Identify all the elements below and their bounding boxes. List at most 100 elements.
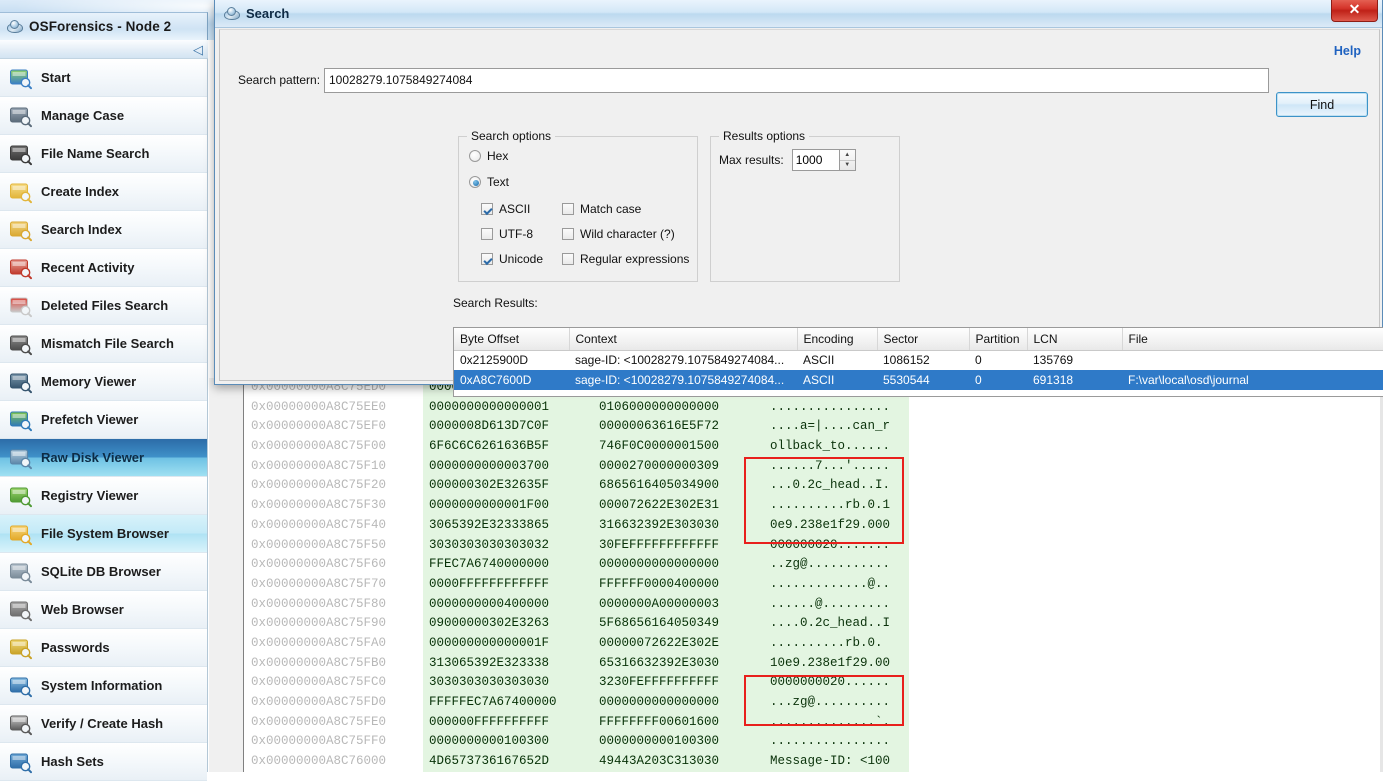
column-header[interactable]: Partition — [969, 328, 1027, 350]
cell-byte-offset: 0x2125900D — [454, 350, 569, 370]
table-row[interactable]: 0x2125900Dsage-ID: <10028279.10758492740… — [454, 350, 1383, 370]
search-pattern-row: Search pattern: — [238, 66, 1368, 94]
sidebar-item-deleted-files-search[interactable]: Deleted Files Search — [0, 287, 207, 325]
hex-row: 0x00000000A8C75F800000000000400000000000… — [245, 595, 1383, 615]
hex-row: 0x00000000A8C75F60FFEC7A6740000000000000… — [245, 555, 1383, 575]
find-button[interactable]: Find — [1276, 92, 1368, 117]
stepper-up-icon[interactable]: ▲ — [840, 150, 855, 161]
checkbox-ascii[interactable]: ASCII — [481, 202, 530, 216]
radio-hex-dot[interactable] — [469, 150, 481, 162]
column-header[interactable]: Context — [569, 328, 797, 350]
sidebar-item-hash-sets[interactable]: Hash Sets — [0, 743, 207, 781]
sidebar-item-manage-case[interactable]: Manage Case — [0, 97, 207, 135]
checkbox-regular-expressions-box[interactable] — [562, 253, 574, 265]
sidebar-item-label: Manage Case — [41, 108, 124, 123]
checkbox-match-case[interactable]: Match case — [562, 202, 641, 216]
radio-hex-label: Hex — [487, 149, 508, 163]
chevron-left-icon[interactable]: ◁ — [191, 42, 205, 57]
raw-disk-icon — [8, 446, 32, 470]
sidebar-item-recent-activity[interactable]: Recent Activity — [0, 249, 207, 287]
checkbox-unicode[interactable]: Unicode — [481, 252, 543, 266]
checkbox-wild-character[interactable]: Wild character (?) — [562, 227, 675, 241]
sidebar-item-prefetch-viewer[interactable]: Prefetch Viewer — [0, 401, 207, 439]
hex-addr-cell: 0x00000000A8C75FF0 — [245, 732, 423, 752]
hex-h1-cell: 0000008D613D7C0F — [423, 417, 593, 437]
results-options-group: Results options Max results: ▲ ▼ — [710, 136, 900, 282]
hex-h1-cell: 0000000000400000 — [423, 595, 593, 615]
hex-h2-cell: 0000270000000309 — [593, 457, 765, 477]
radio-text-dot[interactable] — [469, 176, 481, 188]
key-lock-icon — [8, 636, 32, 660]
checkbox-unicode-box[interactable] — [481, 253, 493, 265]
hex-row: 0x00000000A8C75F9009000000302E32635F6865… — [245, 614, 1383, 634]
hex-asc-cell: ollback_to...... — [765, 437, 909, 457]
hex-asc-cell: ................ — [765, 398, 909, 418]
table-row[interactable]: 0xA8C7600Dsage-ID: <10028279.10758492740… — [454, 370, 1383, 390]
search-window-icon — [223, 6, 240, 21]
sidebar-collapse-bar[interactable]: ◁ — [0, 40, 208, 59]
hex-addr-cell: 0x00000000A8C76000 — [245, 752, 423, 772]
search-results-table-wrap[interactable]: Byte OffsetContextEncodingSectorPartitio… — [453, 327, 1383, 397]
binoculars-icon — [8, 142, 32, 166]
max-results-input[interactable] — [792, 149, 840, 171]
sidebar-item-sqlite-db-browser[interactable]: SQLite DB Browser — [0, 553, 207, 591]
hex-row: 0x00000000A8C75F300000000000001F00000072… — [245, 496, 1383, 516]
hex-addr-cell: 0x00000000A8C75F50 — [245, 536, 423, 556]
hex-h2-cell: 00000072622E302E — [593, 634, 765, 654]
cell-sector: 1086152 — [877, 350, 969, 370]
radio-hex[interactable]: Hex — [469, 149, 508, 163]
close-button[interactable]: ✕ — [1331, 0, 1378, 22]
sidebar-item-mismatch-file-search[interactable]: Mismatch File Search — [0, 325, 207, 363]
raw-disk-hex-viewer[interactable]: 0x00000000A8C75ED00000000C88255581CD5C2F… — [209, 378, 1383, 772]
checkbox-utf8[interactable]: UTF-8 — [481, 227, 533, 241]
sidebar-item-label: Search Index — [41, 222, 122, 237]
sidebar-item-search-index[interactable]: Search Index — [0, 211, 207, 249]
hex-addr-cell: 0x00000000A8C75F90 — [245, 614, 423, 634]
hex-row: 0x00000000A8C75F20000000302E32635F686561… — [245, 476, 1383, 496]
sidebar-item-system-information[interactable]: System Information — [0, 667, 207, 705]
hex-h2-cell: 49443A203C313030 — [593, 752, 765, 772]
hex-addr-cell: 0x00000000A8C75EE0 — [245, 398, 423, 418]
checkbox-match-case-box[interactable] — [562, 203, 574, 215]
globe-icon — [8, 598, 32, 622]
column-header[interactable]: Encoding — [797, 328, 877, 350]
checkbox-ascii-box[interactable] — [481, 203, 493, 215]
sidebar-item-raw-disk-viewer[interactable]: Raw Disk Viewer — [0, 439, 207, 477]
checkbox-wild-character-box[interactable] — [562, 228, 574, 240]
help-link[interactable]: Help — [1334, 44, 1361, 58]
sidebar-item-verify-create-hash[interactable]: Verify / Create Hash — [0, 705, 207, 743]
sidebar-item-label: File System Browser — [41, 526, 169, 541]
max-results-stepper[interactable]: ▲ ▼ — [840, 149, 856, 171]
cell-partition: 0 — [969, 370, 1027, 390]
hex-row: 0x00000000A8C75EE00000000000000001010600… — [245, 398, 1383, 418]
cell-lcn: 691318 — [1027, 370, 1122, 390]
checkbox-utf8-box[interactable] — [481, 228, 493, 240]
hex-h1-cell: 09000000302E3263 — [423, 614, 593, 634]
checkbox-regular-expressions[interactable]: Regular expressions — [562, 252, 689, 266]
hex-h2-cell: 316632392E303030 — [593, 516, 765, 536]
cell-encoding: ASCII — [797, 350, 877, 370]
sidebar-item-file-system-browser[interactable]: File System Browser — [0, 515, 207, 553]
app-logo-icon — [6, 19, 23, 34]
stepper-down-icon[interactable]: ▼ — [840, 161, 855, 171]
radio-text[interactable]: Text — [469, 175, 509, 189]
hex-h1-cell: 0000000000100300 — [423, 732, 593, 752]
sidebar-item-web-browser[interactable]: Web Browser — [0, 591, 207, 629]
hash-barcode-icon — [8, 712, 32, 736]
sidebar-item-memory-viewer[interactable]: Memory Viewer — [0, 363, 207, 401]
cell-partition: 0 — [969, 350, 1027, 370]
search-pattern-input[interactable] — [324, 68, 1269, 93]
sidebar-item-registry-viewer[interactable]: Registry Viewer — [0, 477, 207, 515]
hex-row: 0x00000000A8C75F50303030303030303230FEFF… — [245, 536, 1383, 556]
sidebar-item-create-index[interactable]: Create Index — [0, 173, 207, 211]
sidebar-item-label: Recent Activity — [41, 260, 134, 275]
sidebar-item-file-name-search[interactable]: File Name Search — [0, 135, 207, 173]
search-dialog-titlebar[interactable]: Search ✕ — [215, 0, 1382, 28]
sidebar-item-start[interactable]: Start — [0, 59, 207, 97]
column-header[interactable]: File — [1122, 328, 1383, 350]
column-header[interactable]: Sector — [877, 328, 969, 350]
column-header[interactable]: Byte Offset — [454, 328, 569, 350]
hex-rows: 0x00000000A8C75ED00000000C88255581CD5C2F… — [245, 378, 1383, 772]
column-header[interactable]: LCN — [1027, 328, 1122, 350]
sidebar-item-passwords[interactable]: Passwords — [0, 629, 207, 667]
